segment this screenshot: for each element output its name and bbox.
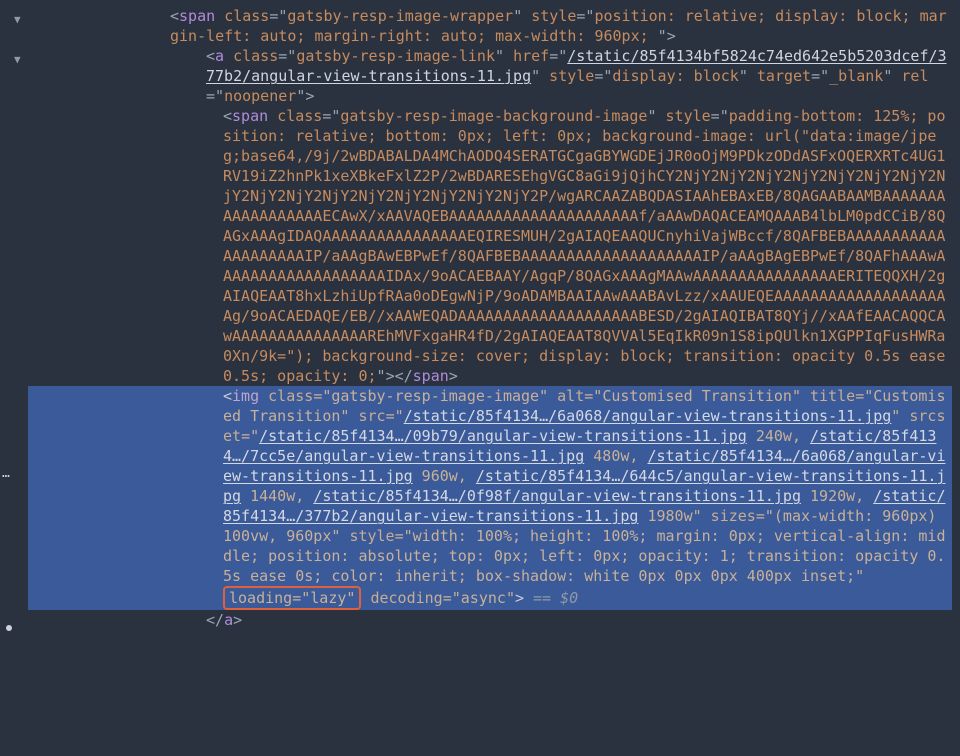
- highlighted-attribute-box: loading="lazy": [223, 586, 361, 610]
- gutter: …: [0, 0, 24, 756]
- dom-node-span-wrapper[interactable]: ▼ <span class="gatsby-resp-image-wrapper…: [28, 6, 952, 46]
- devtools-dom-panel[interactable]: … ▼ <span class="gatsby-resp-image-wrapp…: [0, 0, 960, 756]
- dom-node-a-close[interactable]: </a>: [28, 610, 952, 630]
- dom-node-img-selected[interactable]: <img class="gatsby-resp-image-image" alt…: [28, 386, 952, 610]
- breakpoint-dot: [6, 625, 12, 631]
- dom-node-a-link[interactable]: ▼ <a class="gatsby-resp-image-link" href…: [28, 46, 952, 106]
- dom-node-span-bg-image[interactable]: <span class="gatsby-resp-image-backgroun…: [28, 106, 952, 386]
- ellipsis-marker: …: [2, 464, 11, 484]
- selected-node-indicator: == $0: [524, 589, 578, 607]
- expand-toggle-icon[interactable]: ▼: [14, 10, 24, 30]
- expand-toggle-icon[interactable]: ▼: [14, 50, 24, 70]
